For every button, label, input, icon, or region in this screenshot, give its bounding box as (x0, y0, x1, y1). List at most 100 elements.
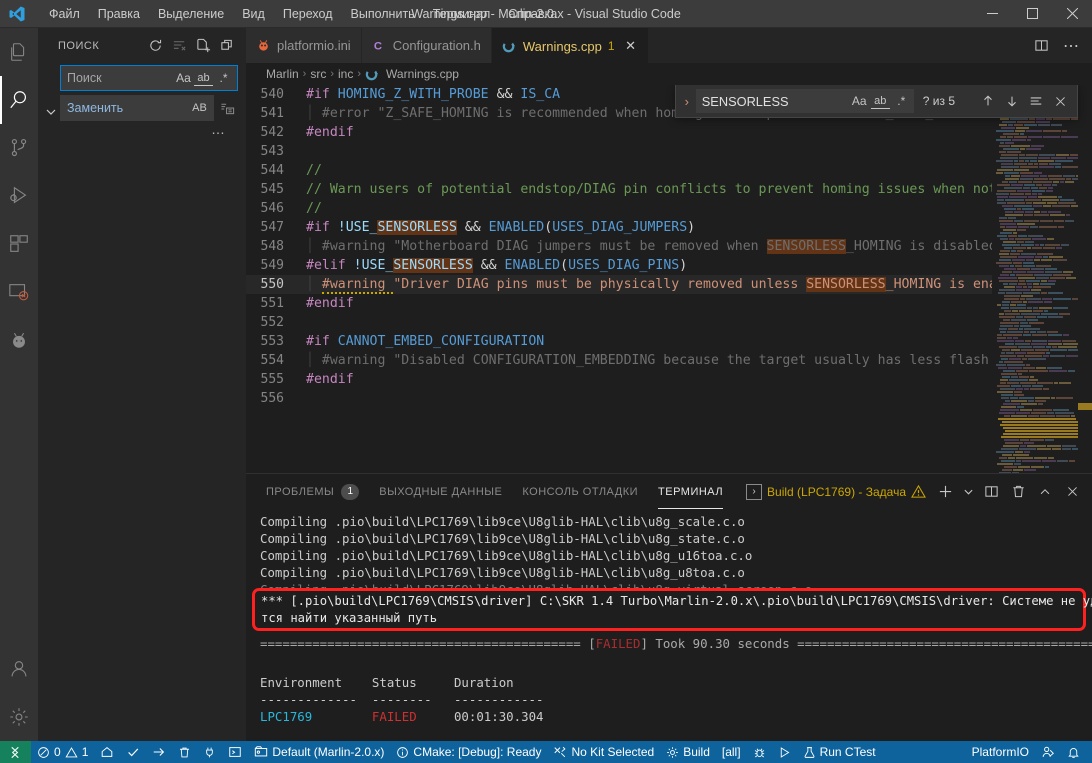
kill-terminal-icon[interactable] (1006, 480, 1030, 504)
more-actions-icon[interactable]: ⋯ (1058, 32, 1084, 60)
previous-match-icon[interactable] (977, 90, 999, 112)
collapse-all-icon[interactable] (216, 35, 238, 57)
find-widget[interactable]: › SENSORLESS Aa ab .* ? из 5 (675, 85, 1078, 118)
status-item-platformio-label[interactable]: PlatformIO (966, 741, 1035, 763)
activity-item-settings[interactable] (0, 693, 38, 741)
next-match-icon[interactable] (1001, 90, 1023, 112)
panel-tab-3[interactable]: ТЕРМИНАЛ (658, 474, 723, 509)
chevron-down-icon[interactable] (960, 480, 976, 504)
panel-tab-0[interactable]: ПРОБЛЕМЫ1 (266, 474, 359, 509)
close-find-icon[interactable] (1049, 90, 1071, 112)
status-item-live-share[interactable] (1035, 741, 1061, 763)
editor-tab-2[interactable]: Warnings.cpp1✕ (492, 28, 649, 63)
maximize-button[interactable] (1012, 0, 1052, 28)
breadcrumb-item-2[interactable]: inc (338, 67, 353, 81)
editor-tab-1[interactable]: CConfiguration.h (362, 28, 492, 63)
find-whole-word-icon[interactable]: ab (871, 94, 890, 109)
find-in-selection-icon[interactable] (1025, 90, 1047, 112)
breadcrumb-item-3[interactable]: Warnings.cpp (386, 67, 459, 81)
close-button[interactable] (1052, 0, 1092, 28)
match-case-icon[interactable]: Aa (174, 69, 193, 88)
new-search-editor-icon[interactable] (192, 35, 214, 57)
close-panel-icon[interactable] (1060, 480, 1084, 504)
find-regex-icon[interactable]: .* (892, 92, 911, 111)
status-item-cmake-target[interactable]: [all] (716, 741, 747, 763)
code-line[interactable]: 546// (246, 199, 992, 218)
match-whole-word-icon[interactable]: ab (194, 71, 213, 86)
menu-item-4[interactable]: Переход (274, 2, 342, 26)
activity-item-platformio[interactable] (0, 316, 38, 364)
split-editor-icon[interactable] (1028, 32, 1054, 60)
code-line[interactable]: 547#if !USE_SENSORLESS && ENABLED(USES_D… (246, 218, 992, 237)
code-line[interactable]: 555#endif (246, 370, 992, 389)
code-line[interactable]: 553#if CANNOT_EMBED_CONFIGURATION (246, 332, 992, 351)
code-lines[interactable]: 540#if HOMING_Z_WITH_PROBE && IS_CA541│ … (246, 85, 992, 473)
code-line[interactable]: 543 (246, 142, 992, 161)
status-item-run-ctest[interactable]: Run CTest (797, 741, 882, 763)
activity-item-remote-explorer[interactable] (0, 268, 38, 316)
breadcrumb-item-0[interactable]: Marlin (266, 67, 299, 81)
activity-item-explorer[interactable] (0, 28, 38, 76)
terminal-selector[interactable]: › Build (LPC1769) - Задача (746, 484, 930, 500)
menu-item-7[interactable]: Справка (499, 2, 566, 26)
status-item-cmake-launch[interactable] (772, 741, 797, 763)
minimize-button[interactable] (972, 0, 1012, 28)
terminal-output[interactable]: Compiling .pio\build\LPC1769\lib9ce\U8gl… (246, 509, 1092, 741)
status-item-pio-serial-monitor[interactable] (197, 741, 222, 763)
code-editor[interactable]: 540#if HOMING_Z_WITH_PROBE && IS_CA541│ … (246, 85, 1092, 473)
status-item-cmake-build[interactable]: Build (660, 741, 716, 763)
toggle-replace-icon[interactable] (42, 65, 60, 137)
status-item-cmake-debug[interactable] (747, 741, 772, 763)
clear-all-icon[interactable] (168, 35, 190, 57)
status-remote-indicator[interactable] (0, 741, 31, 763)
code-line[interactable]: 549#elif !USE_SENSORLESS && ENABLED(USES… (246, 256, 992, 275)
split-terminal-icon[interactable] (979, 480, 1003, 504)
breadcrumb-item-1[interactable]: src (310, 67, 326, 81)
menu-item-2[interactable]: Выделение (149, 2, 233, 26)
panel-tab-2[interactable]: КОНСОЛЬ ОТЛАДКИ (522, 474, 638, 509)
replace-input[interactable]: Заменить AB (60, 95, 214, 121)
status-item-pio-new-terminal[interactable] (222, 741, 248, 763)
status-item-pio-env-selector[interactable]: Default (Marlin-2.0.x) (248, 741, 390, 763)
status-item-cmake-kit[interactable]: No Kit Selected (547, 741, 660, 763)
activity-item-source-control[interactable] (0, 124, 38, 172)
close-tab-icon[interactable]: ✕ (624, 38, 638, 54)
menu-item-5[interactable]: Выполнить (342, 2, 424, 26)
activity-item-run-debug[interactable] (0, 172, 38, 220)
editor-tab-0[interactable]: platformio.ini (246, 28, 362, 63)
code-line[interactable]: 556 (246, 389, 992, 408)
menu-item-0[interactable]: Файл (40, 2, 89, 26)
code-line[interactable]: 550│ #warning "Driver DIAG pins must be … (246, 275, 992, 294)
code-line[interactable]: 542#endif (246, 123, 992, 142)
menu-item-6[interactable]: Терминал (424, 2, 500, 26)
maximize-panel-icon[interactable] (1033, 480, 1057, 504)
code-line[interactable]: 554│ #warning "Disabled CONFIGURATION_EM… (246, 351, 992, 370)
use-regex-icon[interactable]: .* (214, 69, 233, 88)
status-item-cmake-status[interactable]: CMake: [Debug]: Ready (390, 741, 547, 763)
status-item-problems[interactable]: 0 (31, 741, 63, 763)
find-match-case-icon[interactable]: Aa (850, 92, 869, 111)
activity-item-extensions[interactable] (0, 220, 38, 268)
menu-item-1[interactable]: Правка (89, 2, 149, 26)
status-item-pio-build[interactable] (120, 741, 146, 763)
refresh-icon[interactable] (144, 35, 166, 57)
search-input[interactable]: Поиск Aa ab .* (60, 65, 238, 91)
status-item-warnings[interactable]: 1 (63, 741, 95, 763)
code-line[interactable]: 551#endif (246, 294, 992, 313)
new-terminal-icon[interactable] (933, 480, 957, 504)
activity-item-search[interactable] (0, 76, 38, 124)
panel-tab-1[interactable]: ВЫХОДНЫЕ ДАННЫЕ (379, 474, 502, 509)
search-details-toggle[interactable]: … (60, 121, 238, 137)
status-item-pio-upload[interactable] (146, 741, 172, 763)
editor-scrollbar[interactable] (1078, 85, 1092, 473)
code-line[interactable]: 548│ #warning "Motherboard DIAG jumpers … (246, 237, 992, 256)
menu-item-3[interactable]: Вид (233, 2, 274, 26)
status-item-pio-clean[interactable] (172, 741, 197, 763)
code-line[interactable]: 544// (246, 161, 992, 180)
preserve-case-icon[interactable]: AB (190, 99, 209, 118)
find-input[interactable]: SENSORLESS Aa ab .* (696, 89, 914, 113)
minimap-scroll-thumb[interactable] (1078, 403, 1092, 410)
status-item-pio-home[interactable] (94, 741, 120, 763)
minimap[interactable] (992, 85, 1092, 473)
code-line[interactable]: 545// Warn users of potential endstop/DI… (246, 180, 992, 199)
